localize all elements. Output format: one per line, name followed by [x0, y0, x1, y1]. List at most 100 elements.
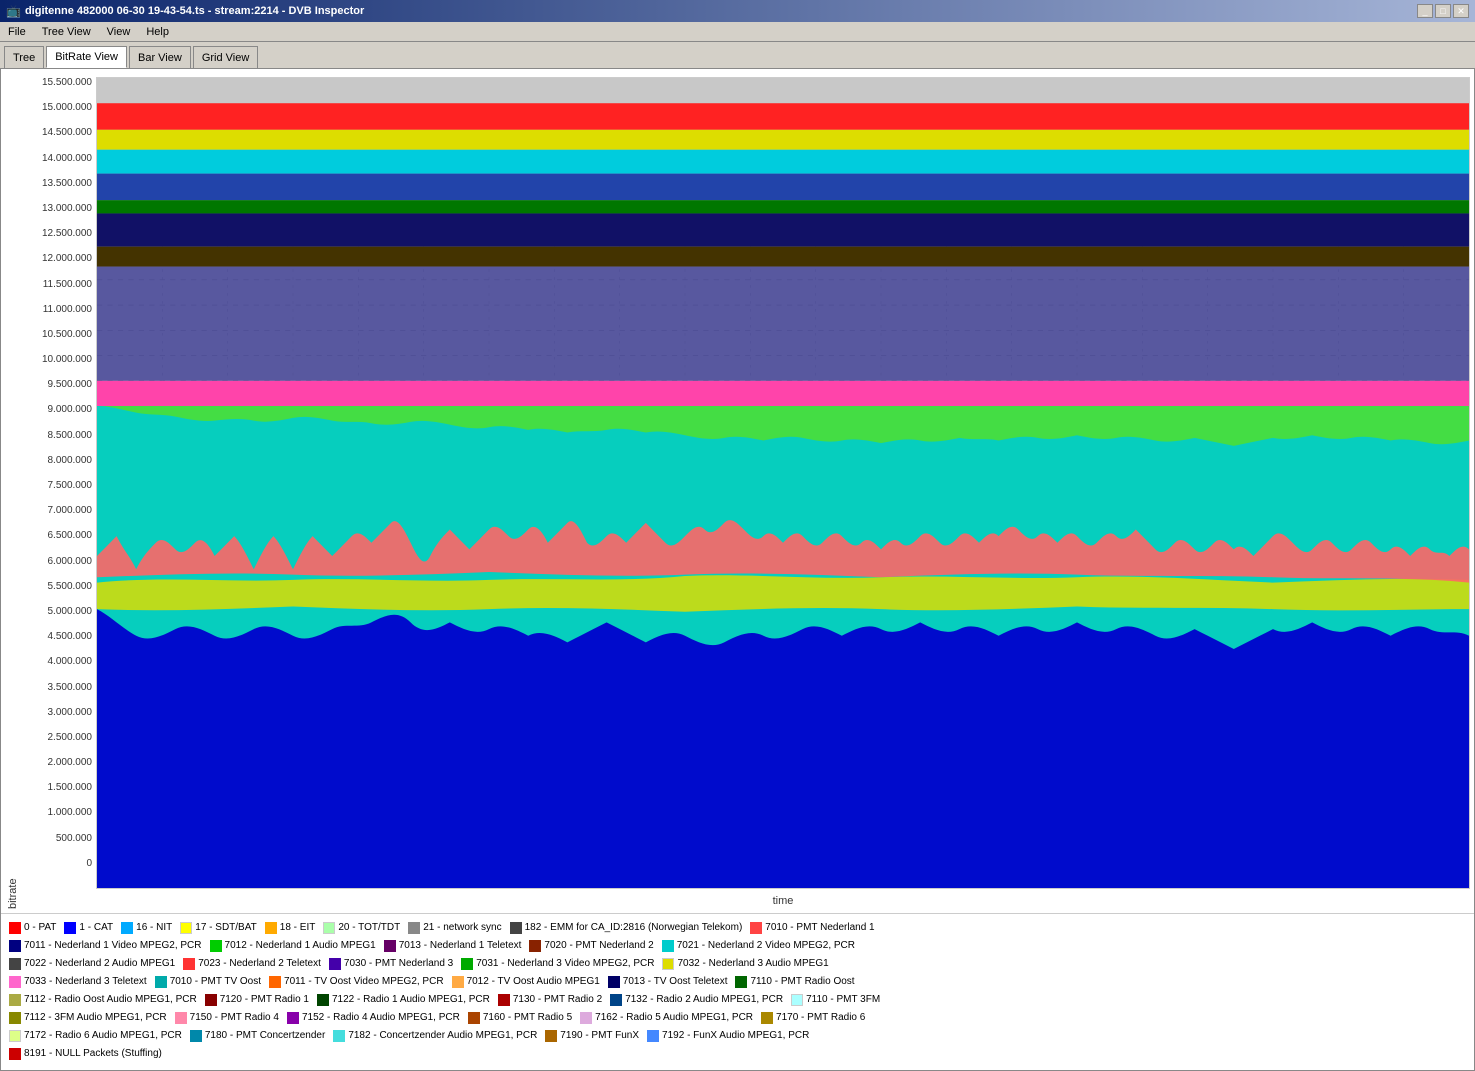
legend-item-7170: 7170 - PMT Radio 6 — [761, 1010, 865, 1026]
window-title: digitenne 482000 06-30 19-43-54.ts - str… — [25, 5, 364, 17]
legend-color-7130 — [498, 994, 510, 1006]
restore-button[interactable]: □ — [1435, 4, 1451, 18]
app-icon: 📺 — [6, 4, 21, 18]
legend-item-7013: 7013 - Nederland 1 Teletext — [384, 938, 522, 954]
legend-color-182-emm — [510, 922, 522, 934]
legend-color-7192 — [647, 1030, 659, 1042]
legend-item-7010-pmt-nl1: 7010 - PMT Nederland 1 — [750, 920, 874, 936]
legend-item-7022: 7022 - Nederland 2 Audio MPEG1 — [9, 956, 175, 972]
legend-item-7020: 7020 - PMT Nederland 2 — [529, 938, 653, 954]
legend-item-0-pat: 0 - PAT — [9, 920, 56, 936]
legend-row-1: 0 - PAT 1 - CAT 16 - NIT 17 - SDT/BAT 18… — [9, 920, 1466, 936]
legend-color-7112-3fm — [9, 1012, 21, 1024]
legend-color-7012-tv-oost — [452, 976, 464, 988]
legend-item-7122: 7122 - Radio 1 Audio MPEG1, PCR — [317, 992, 490, 1008]
tab-grid-view[interactable]: Grid View — [193, 46, 258, 68]
legend-item-7190: 7190 - PMT FunX — [545, 1028, 639, 1044]
legend-item-16-nit: 16 - NIT — [121, 920, 172, 936]
legend-row-6: 7112 - 3FM Audio MPEG1, PCR 7150 - PMT R… — [9, 1010, 1466, 1026]
legend-color-7152 — [287, 1012, 299, 1024]
legend-item-21-sync: 21 - network sync — [408, 920, 501, 936]
legend-row-5: 7112 - Radio Oost Audio MPEG1, PCR 7120 … — [9, 992, 1466, 1008]
legend-color-7013-tv-oost — [608, 976, 620, 988]
legend-color-7132 — [610, 994, 622, 1006]
legend-item-1-cat: 1 - CAT — [64, 920, 113, 936]
legend-color-7150 — [175, 1012, 187, 1024]
legend-item-7033: 7033 - Nederland 3 Teletext — [9, 974, 147, 990]
legend-color-7013 — [384, 940, 396, 952]
tab-bitrate-view[interactable]: BitRate View — [46, 46, 127, 68]
legend-color-7170 — [761, 1012, 773, 1024]
legend-color-7120 — [205, 994, 217, 1006]
menu-view[interactable]: View — [103, 25, 135, 39]
window-controls[interactable]: _ □ ✕ — [1417, 4, 1469, 18]
legend-item-7023: 7023 - Nederland 2 Teletext — [183, 956, 321, 972]
legend-item-7150: 7150 - PMT Radio 4 — [175, 1010, 279, 1026]
x-axis-label: time — [21, 893, 1470, 909]
legend-color-7012 — [210, 940, 222, 952]
legend-color-7010-pmt-nl1 — [750, 922, 762, 934]
legend-color-21-sync — [408, 922, 420, 934]
legend-color-7030 — [329, 958, 341, 970]
y-axis-label: bitrate — [5, 77, 21, 909]
legend-color-8191 — [9, 1048, 21, 1060]
legend-item-7180: 7180 - PMT Concertzender — [190, 1028, 325, 1044]
menu-file[interactable]: File — [4, 25, 30, 39]
close-button[interactable]: ✕ — [1453, 4, 1469, 18]
legend-color-7021 — [662, 940, 674, 952]
legend-color-7172 — [9, 1030, 21, 1042]
legend-item-7112-radio-oost: 7112 - Radio Oost Audio MPEG1, PCR — [9, 992, 197, 1008]
legend: 0 - PAT 1 - CAT 16 - NIT 17 - SDT/BAT 18… — [1, 913, 1474, 1070]
legend-color-7160 — [468, 1012, 480, 1024]
menu-tree-view[interactable]: Tree View — [38, 25, 95, 39]
legend-color-17-sdt — [180, 922, 192, 934]
legend-color-7112-radio-oost — [9, 994, 21, 1006]
legend-item-7112-3fm: 7112 - 3FM Audio MPEG1, PCR — [9, 1010, 167, 1026]
legend-item-7031: 7031 - Nederland 3 Video MPEG2, PCR — [461, 956, 654, 972]
legend-color-7032 — [662, 958, 674, 970]
legend-row-8: 8191 - NULL Packets (Stuffing) — [9, 1046, 1466, 1062]
legend-item-8191: 8191 - NULL Packets (Stuffing) — [9, 1046, 162, 1062]
legend-item-20-tot: 20 - TOT/TDT — [323, 920, 400, 936]
legend-color-7011 — [9, 940, 21, 952]
legend-item-7110-3fm: 7110 - PMT 3FM — [791, 992, 880, 1008]
legend-color-7011-tv-oost — [269, 976, 281, 988]
legend-item-7013-tv-oost: 7013 - TV Oost Teletext — [608, 974, 728, 990]
legend-row-4: 7033 - Nederland 3 Teletext 7010 - PMT T… — [9, 974, 1466, 990]
legend-color-20-tot — [323, 922, 335, 934]
legend-row-7: 7172 - Radio 6 Audio MPEG1, PCR 7180 - P… — [9, 1028, 1466, 1044]
legend-item-7160: 7160 - PMT Radio 5 — [468, 1010, 572, 1026]
legend-item-18-eit: 18 - EIT — [265, 920, 316, 936]
legend-color-7023 — [183, 958, 195, 970]
legend-color-18-eit — [265, 922, 277, 934]
legend-item-7120: 7120 - PMT Radio 1 — [205, 992, 309, 1008]
legend-item-7110-radio-oost: 7110 - PMT Radio Oost — [735, 974, 854, 990]
tab-bar-view[interactable]: Bar View — [129, 46, 191, 68]
minimize-button[interactable]: _ — [1417, 4, 1433, 18]
legend-color-7031 — [461, 958, 473, 970]
legend-color-7122 — [317, 994, 329, 1006]
legend-color-0-pat — [9, 922, 21, 934]
main-content: bitrate 15.500.000 15.000.000 14.500.000… — [0, 68, 1475, 1071]
menu-bar: File Tree View View Help — [0, 22, 1475, 42]
legend-item-17-sdt: 17 - SDT/BAT — [180, 920, 257, 936]
legend-item-7130: 7130 - PMT Radio 2 — [498, 992, 602, 1008]
legend-item-182-emm: 182 - EMM for CA_ID:2816 (Norwegian Tele… — [510, 920, 743, 936]
menu-help[interactable]: Help — [142, 25, 173, 39]
legend-item-7172: 7172 - Radio 6 Audio MPEG1, PCR — [9, 1028, 182, 1044]
legend-color-7033 — [9, 976, 21, 988]
legend-color-16-nit — [121, 922, 133, 934]
legend-item-7012-tv-oost: 7012 - TV Oost Audio MPEG1 — [452, 974, 600, 990]
legend-color-7182 — [333, 1030, 345, 1042]
legend-item-7152: 7152 - Radio 4 Audio MPEG1, PCR — [287, 1010, 460, 1026]
tab-tree[interactable]: Tree — [4, 46, 44, 68]
legend-row-3: 7022 - Nederland 2 Audio MPEG1 7023 - Ne… — [9, 956, 1466, 972]
legend-color-7162 — [580, 1012, 592, 1024]
legend-row-2: 7011 - Nederland 1 Video MPEG2, PCR 7012… — [9, 938, 1466, 954]
legend-color-7022 — [9, 958, 21, 970]
tab-bar: Tree BitRate View Bar View Grid View — [0, 42, 1475, 68]
chart-container: bitrate 15.500.000 15.000.000 14.500.000… — [1, 69, 1474, 913]
legend-item-7010-tv-oost-pmt: 7010 - PMT TV Oost — [155, 974, 261, 990]
legend-item-7011: 7011 - Nederland 1 Video MPEG2, PCR — [9, 938, 202, 954]
legend-item-7132: 7132 - Radio 2 Audio MPEG1, PCR — [610, 992, 783, 1008]
